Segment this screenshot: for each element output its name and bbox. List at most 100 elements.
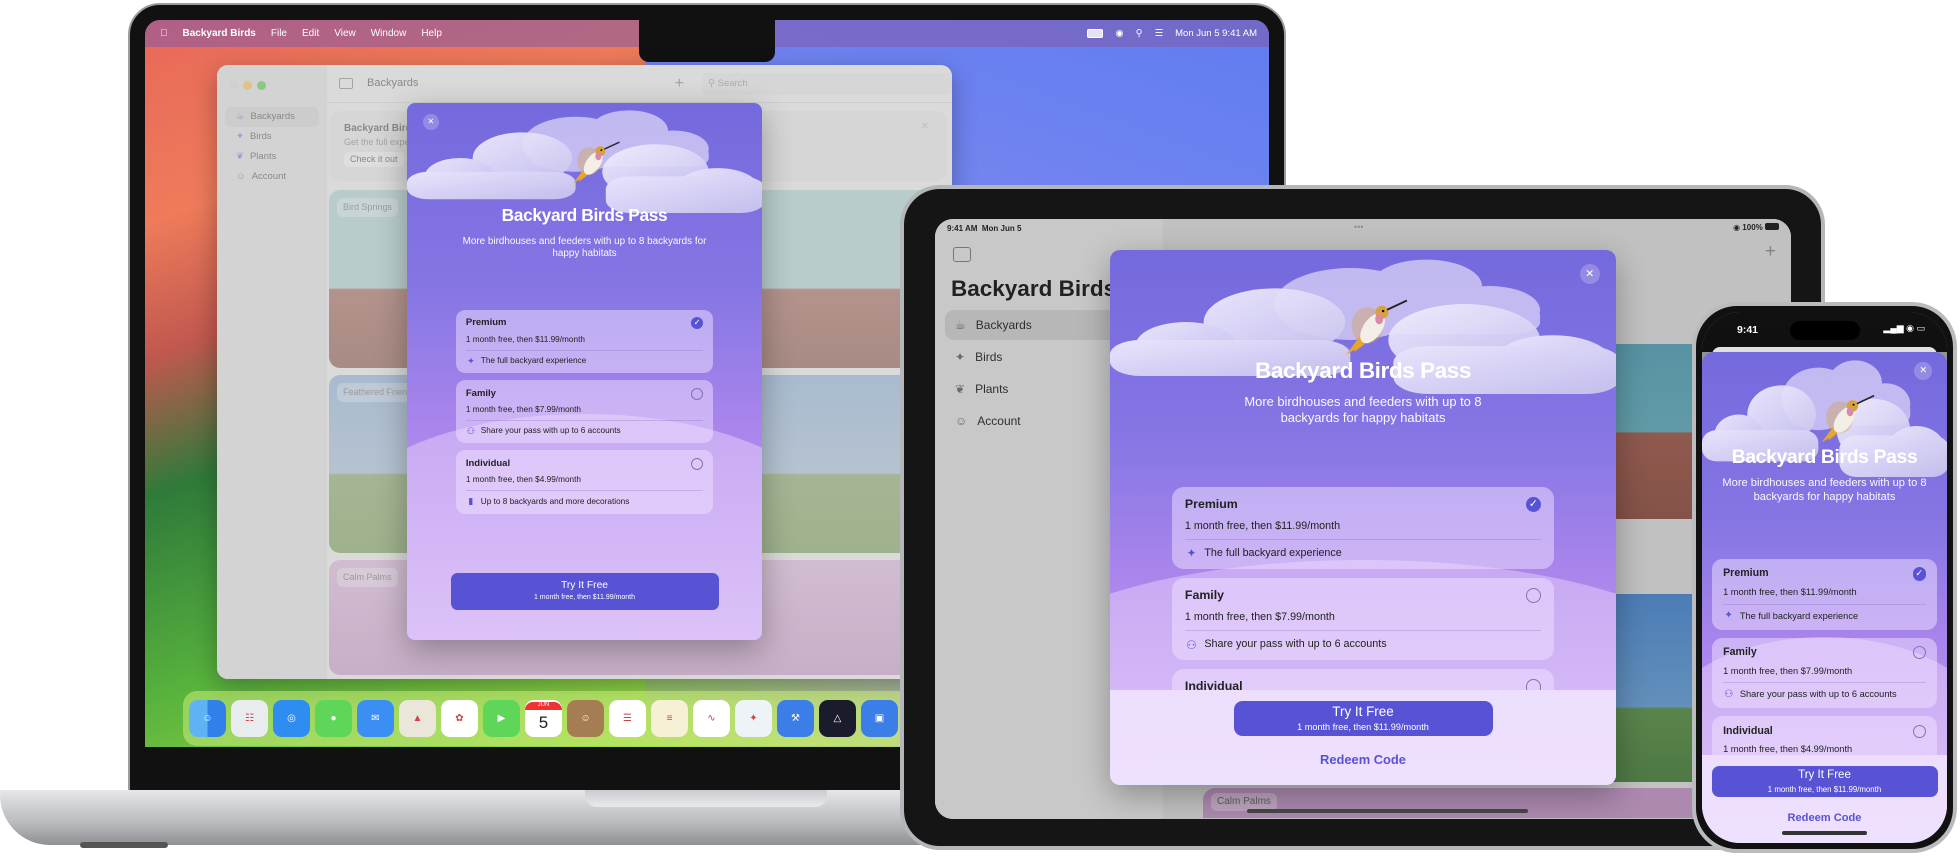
dock-backyard-birds-icon[interactable]: ✦: [735, 700, 772, 737]
plan-list: Premium 1 month free, then $11.99/month ✦ T…: [1110, 487, 1616, 690]
plan-option-family[interactable]: Family 1 month free, then $7.99/month ⚇ Sha…: [1712, 637, 1937, 709]
try-it-free-button[interactable]: Try It Free 1 month free, then $11.99/mon…: [1233, 701, 1493, 736]
plan-option-premium[interactable]: Premium 1 month free, then $11.99/month ✦ T…: [456, 310, 713, 374]
plan-option-family[interactable]: Family 1 month free, then $7.99/month ⚇ Sha…: [1172, 578, 1554, 661]
sheet-subtitle: More birdhouses and feeders with up to 8…: [1244, 394, 1482, 426]
radio-unselected-icon[interactable]: [1912, 724, 1926, 739]
dock-facetime-icon[interactable]: ▶: [483, 700, 520, 737]
calendar-month: JUN: [525, 702, 562, 710]
dock-simulator-icon[interactable]: ▣: [861, 700, 898, 737]
macbook-lid-notch: [585, 790, 827, 807]
menu-file[interactable]: File: [271, 28, 287, 40]
plan-feature: ✦ The full backyard experience: [466, 356, 703, 367]
status-time: 9:41: [1737, 324, 1759, 336]
plan-option-premium[interactable]: Premium 1 month free, then $11.99/month ✦ T…: [1712, 559, 1937, 630]
sheet-title: Backyard Birds Pass: [501, 205, 668, 225]
plan-list: Premium 1 month free, then $11.99/month ✦ T…: [407, 310, 762, 568]
radio-unselected-icon[interactable]: [691, 387, 704, 400]
cta-title: Try It Free: [1798, 768, 1851, 781]
dock-safari-icon[interactable]: ◎: [273, 700, 310, 737]
menu-app-name[interactable]: Backyard Birds: [183, 28, 256, 40]
device-showcase:  Backyard Birds File Edit View Window H…: [0, 0, 1960, 860]
plan-name: Family: [1723, 645, 1757, 658]
plan-divider: [1184, 630, 1542, 632]
dock-contacts-icon[interactable]: ☺: [567, 700, 604, 737]
plan-option-individual[interactable]: Individual1 month free, then $4.99/month…: [1712, 716, 1937, 755]
spotlight-icon[interactable]: ⚲: [1136, 28, 1143, 39]
plan-option-family[interactable]: Family 1 month free, then $7.99/month ⚇ Sha…: [456, 380, 713, 444]
phone-icon: ▮: [468, 496, 474, 507]
plan-option-premium[interactable]: Premium 1 month free, then $11.99/month ✦ T…: [1172, 487, 1554, 570]
cta-subtitle: 1 month free, then $11.99/month: [533, 594, 636, 602]
plan-feature: ⚇ Share your pass with up to 6 accounts: [1723, 689, 1926, 701]
plan-name: Individual: [1184, 679, 1243, 690]
battery-icon[interactable]: [1087, 29, 1104, 38]
menu-view[interactable]: View: [334, 28, 356, 40]
plan-price: 1 month free, then $11.99/month: [1184, 519, 1341, 532]
try-it-free-button[interactable]: Try It Free 1 month free, then $11.99/mon…: [1711, 766, 1938, 797]
plan-price: 1 month free, then $4.99/month: [465, 475, 582, 485]
dock-photos-icon[interactable]: ✿: [441, 700, 478, 737]
plan-divider: [1723, 682, 1926, 684]
dock-messages-icon[interactable]: ●: [315, 700, 352, 737]
plan-name: Individual: [465, 457, 511, 469]
plan-option-individual[interactable]: Individual1 month free, then $4.99/month…: [1172, 669, 1554, 690]
close-button[interactable]: ✕: [423, 114, 439, 130]
plan-name: Individual: [1723, 724, 1773, 737]
radio-unselected-icon[interactable]: [691, 457, 704, 470]
hummingbird-icon: ✦: [1186, 546, 1197, 561]
checkmark-selected-icon[interactable]: ✓: [1912, 567, 1926, 581]
dock-xcode-icon[interactable]: ⚒: [777, 700, 814, 737]
sheet-title: Backyard Birds Pass: [1255, 358, 1471, 383]
dock-instruments-icon[interactable]: △: [819, 700, 856, 737]
people-icon: ⚇: [466, 425, 475, 436]
cta-subtitle: 1 month free, then $11.99/month: [1297, 722, 1429, 733]
sheet-header: Backyard Birds Pass More birdhouses and f…: [1110, 250, 1616, 487]
menu-window[interactable]: Window: [371, 28, 407, 40]
plan-feature-text: Share your pass with up to 6 accounts: [480, 426, 621, 436]
plan-price: 1 month free, then $7.99/month: [465, 405, 582, 415]
people-icon: ⚇: [1724, 688, 1734, 700]
plan-name: Premium: [465, 317, 507, 329]
ipad-screen: Calm Palms 9:41 AM Mon Jun 5 Backyard Bi…: [935, 219, 1791, 819]
dock-maps-icon[interactable]: ▲: [399, 700, 436, 737]
dock-reminders-icon[interactable]: ☰: [609, 700, 646, 737]
menu-clock[interactable]: Mon Jun 5 9:41 AM: [1175, 28, 1257, 39]
sheet-footer: Try It Free 1 month free, then $11.99/mon…: [1702, 755, 1947, 843]
dock-freeform-icon[interactable]: ∿: [693, 700, 730, 737]
plan-price: 1 month free, then $7.99/month: [1184, 610, 1335, 623]
wifi-icon[interactable]: ◉: [1115, 28, 1123, 39]
plan-price: 1 month free, then $11.99/month: [1723, 587, 1857, 598]
cta-subtitle: 1 month free, then $11.99/month: [1767, 784, 1882, 794]
dock-notes-icon[interactable]: ≡: [651, 700, 688, 737]
home-indicator: [1782, 831, 1867, 835]
apple-menu-icon[interactable]: : [160, 28, 168, 40]
plan-option-individual[interactable]: Individual 1 month free, then $4.99/month…: [456, 450, 713, 514]
control-center-icon[interactable]: ☰: [1155, 28, 1164, 39]
plan-feature-text: The full backyard experience: [1204, 546, 1342, 559]
dock-calendar-icon[interactable]: JUN 5: [525, 700, 562, 737]
plan-divider: [465, 490, 704, 492]
redeem-code-link[interactable]: Redeem Code: [1788, 812, 1862, 825]
close-button[interactable]: ✕: [1914, 362, 1932, 380]
plan-name: Family: [465, 387, 496, 399]
close-icon: ✕: [1919, 365, 1928, 376]
close-icon: ✕: [1585, 267, 1595, 280]
status-bar: 9:41 ▂▄▆ ◉ ▭: [1702, 312, 1947, 352]
calendar-day: 5: [538, 712, 549, 732]
dock-finder-icon[interactable]: ☺: [189, 700, 226, 737]
plan-divider: [465, 420, 704, 422]
people-icon: ⚇: [1186, 637, 1197, 652]
plan-feature-text: Share your pass with up to 6 accounts: [1204, 638, 1387, 651]
menu-edit[interactable]: Edit: [302, 28, 319, 40]
redeem-code-link[interactable]: Redeem Code: [1320, 752, 1406, 767]
hummingbird-icon: [1333, 286, 1412, 365]
sheet-subtitle: More birdhouses and feeders with up to 8…: [462, 236, 707, 260]
dock-launchpad-icon[interactable]: ☷: [231, 700, 268, 737]
plan-name: Premium: [1184, 496, 1238, 511]
menu-help[interactable]: Help: [421, 28, 442, 40]
try-it-free-button[interactable]: Try It Free 1 month free, then $11.99/mon…: [450, 573, 719, 610]
dock-mail-icon[interactable]: ✉: [357, 700, 394, 737]
sheet-header: Backyard Birds Pass More birdhouses and f…: [1702, 352, 1947, 559]
radio-unselected-icon[interactable]: [1525, 679, 1542, 690]
